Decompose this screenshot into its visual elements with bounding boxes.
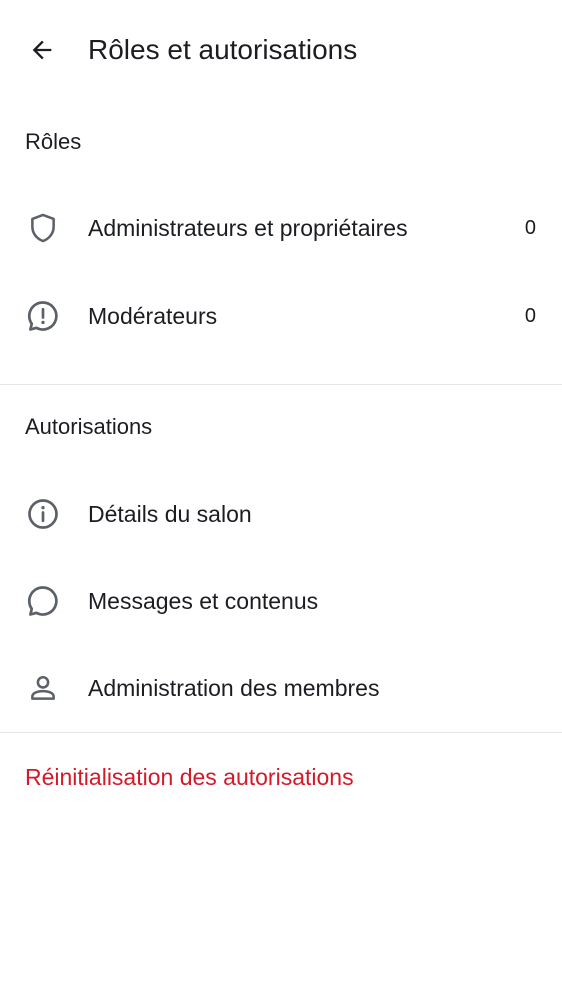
permissions-section-header: Autorisations	[25, 414, 153, 439]
permission-label: Détails du salon	[88, 501, 252, 527]
top-app-bar: Rôles et autorisations	[0, 0, 562, 100]
section-divider	[0, 732, 562, 733]
permission-row-member-administration[interactable]: Administration des membres	[0, 648, 562, 728]
role-label: Administrateurs et propriétaires	[88, 215, 408, 241]
role-row-admins-owners[interactable]: Administrateurs et propriétaires 0	[0, 188, 562, 268]
shield-icon	[25, 210, 61, 246]
arrow-left-icon	[32, 40, 52, 60]
permission-label: Messages et contenus	[88, 588, 319, 614]
section-divider	[0, 384, 562, 385]
page-title: Rôles et autorisations	[88, 34, 358, 65]
permission-row-room-details[interactable]: Détails du salon	[0, 474, 562, 554]
role-count: 0	[524, 305, 536, 327]
role-count: 0	[524, 217, 536, 239]
roles-section-header: Rôles	[25, 129, 82, 154]
reset-permissions-button[interactable]: Réinitialisation des autorisations	[25, 762, 354, 792]
alert-chat-icon	[25, 298, 61, 334]
role-label: Modérateurs	[88, 303, 218, 329]
user-icon	[25, 670, 61, 706]
role-row-moderators[interactable]: Modérateurs 0	[0, 276, 562, 356]
chat-bubble-icon	[25, 583, 61, 619]
roles-permissions-screen: Rôles et autorisations Rôles Administrat…	[0, 0, 562, 1000]
permission-label: Administration des membres	[88, 675, 380, 701]
back-button[interactable]	[20, 30, 64, 70]
permission-row-messages-content[interactable]: Messages et contenus	[0, 561, 562, 641]
info-icon	[25, 496, 61, 532]
